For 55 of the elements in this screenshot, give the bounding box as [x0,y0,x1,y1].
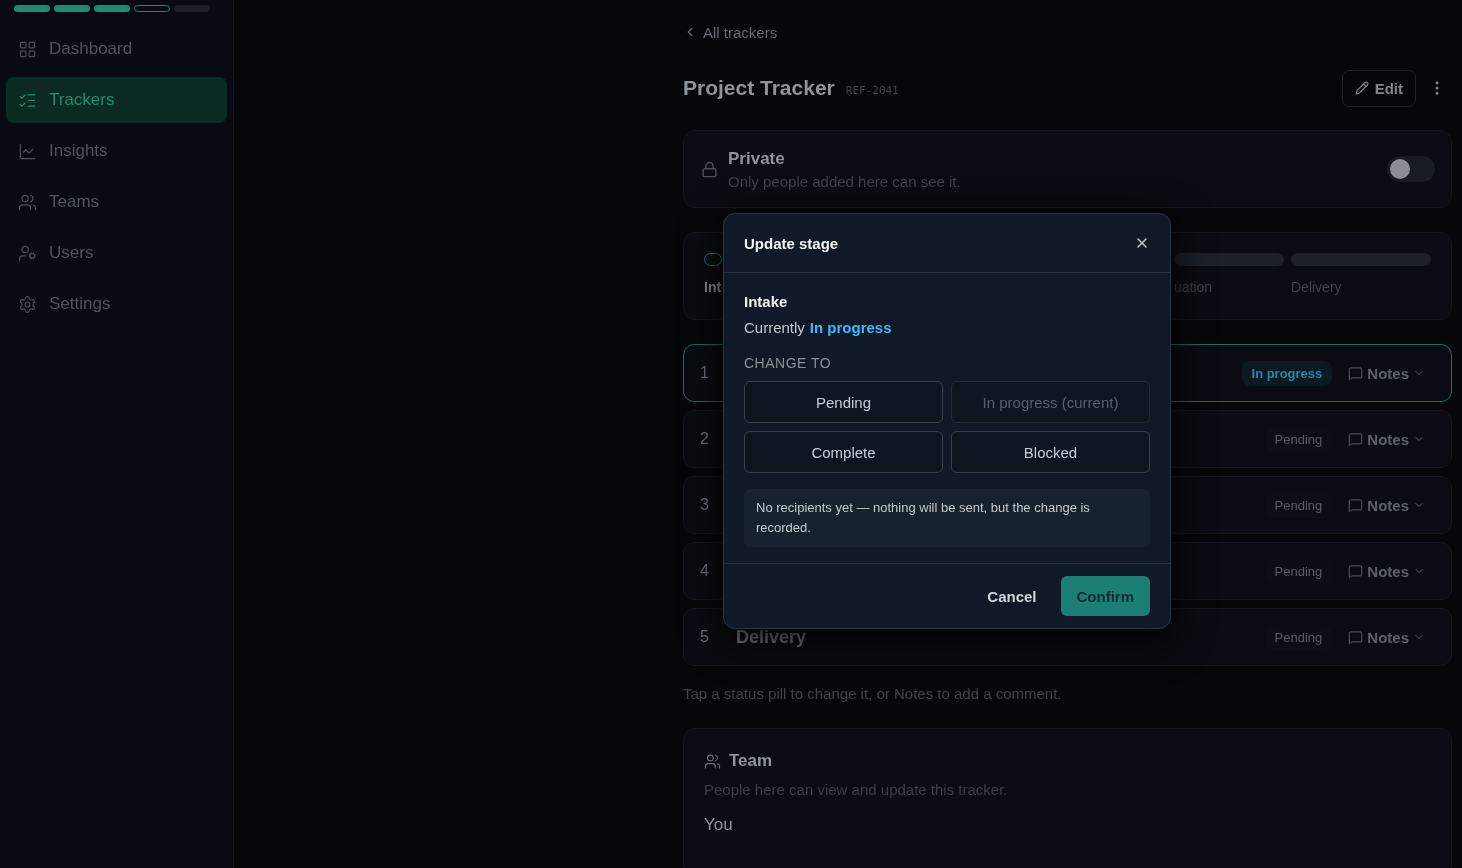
team-member: You [704,815,734,835]
status-option[interactable]: Complete [744,431,943,473]
current-label: Currently [744,319,805,336]
notes-button[interactable]: Notes [1348,364,1425,382]
status-pill[interactable]: In progress [1241,360,1333,386]
row-number: 4 [700,562,710,580]
hint-text: Tap a status pill to change it, or Notes to add a comment. [683,685,1063,702]
notes-button[interactable]: Notes [1348,430,1425,448]
sidebar-item[interactable]: Teams [6,179,227,225]
row-number: 3 [700,496,710,514]
comment-icon [1348,431,1364,447]
dialog-title: Update stage [744,234,839,252]
notes-button[interactable]: Notes [1348,496,1425,514]
team-title: Team [729,751,773,771]
row-number: 2 [700,430,710,448]
grid-icon [18,39,37,59]
sidebar-item[interactable]: Trackers [6,77,227,123]
stage-name: Intake [744,293,789,310]
back-link[interactable]: All trackers [683,20,1452,44]
people-icon [704,752,721,770]
status-option[interactable]: Pending [744,381,943,423]
people-icon [18,192,37,212]
confirm-button[interactable]: Confirm [1060,576,1150,616]
lock-icon [701,160,718,178]
comment-icon [1348,563,1364,579]
reference-code: REF-2041 [845,84,899,97]
row-title: Delivery [736,626,807,648]
stage-label: Delivery [1291,279,1343,295]
section-label: CHANGE TO [744,355,833,371]
edit-button[interactable]: Edit [1341,69,1416,107]
sidebar-item[interactable]: Settings [6,281,227,327]
notes-button[interactable]: Notes [1348,562,1425,580]
privacy-title: Private [728,148,786,169]
stage-label: Int [704,279,722,295]
cancel-button[interactable]: Cancel [975,587,1049,605]
notes-button[interactable]: Notes [1348,628,1425,646]
settings-icon [18,294,37,314]
stage-label: uation [1174,279,1214,295]
current-status: In progress [809,319,892,336]
comment-icon [1348,497,1364,513]
row-number: 1 [700,364,710,382]
privacy-switch[interactable] [1387,156,1435,182]
sidebar-item[interactable]: Insights [6,128,227,174]
privacy-description: Only people added here can see it. [728,172,961,190]
row-number: 5 [700,628,710,646]
sidebar-item[interactable]: Users [6,230,227,276]
sidebar-item[interactable]: Dashboard [6,26,227,72]
pencil-icon [1354,81,1369,95]
page-title: Project Tracker [683,76,835,100]
recipients-note: No recipients yet — nothing will be sent, but the change is recorded. [744,489,1150,547]
comment-icon [1348,365,1364,381]
comment-icon [1348,629,1364,645]
line-chart-icon [18,141,37,161]
user-gear-icon [18,243,37,263]
status-option[interactable]: Blocked [951,431,1150,473]
